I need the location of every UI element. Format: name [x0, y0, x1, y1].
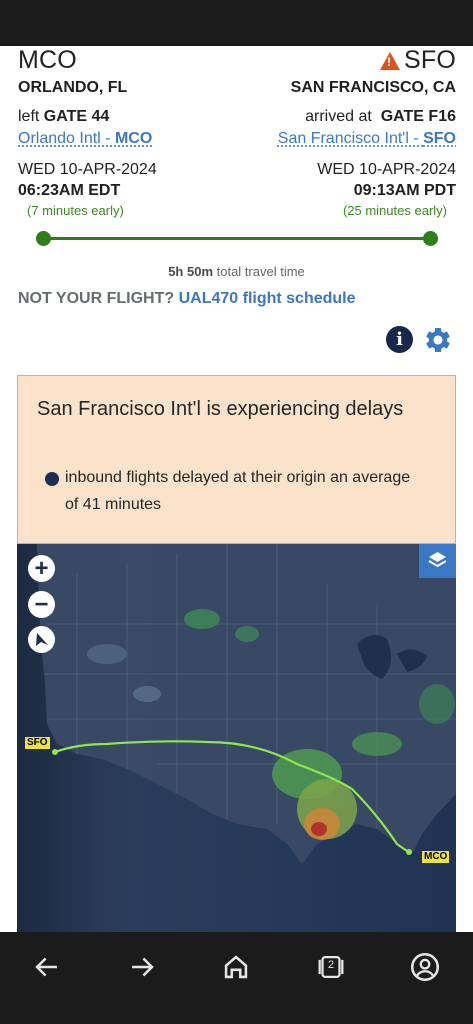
destination-airport-name: San Francisco Int'l -: [277, 130, 424, 147]
account-icon[interactable]: [408, 950, 442, 984]
destination-code: ! SFO: [380, 46, 456, 75]
sfo-map-label: SFO: [25, 737, 50, 749]
destination-city: SAN FRANCISCO, CA: [290, 79, 456, 96]
airport-links-row: Orlando Intl - MCO San Francisco Int'l -…: [18, 130, 456, 148]
progress-line: [43, 237, 431, 240]
airport-codes-row: MCO ! SFO: [18, 46, 456, 75]
tab-count: 2: [327, 959, 335, 971]
origin-gate-prefix: left: [18, 108, 40, 125]
destination-code-text: SFO: [404, 46, 456, 74]
not-your-flight: NOT YOUR FLIGHT? UAL470 flight schedule: [18, 290, 356, 308]
origin-early-note: (7 minutes early): [27, 203, 124, 218]
origin-code: MCO: [18, 46, 77, 74]
mco-map-label: MCO: [422, 851, 450, 863]
zoom-in-button[interactable]: +: [28, 555, 55, 582]
flight-schedule-link[interactable]: UAL470 flight schedule: [179, 290, 356, 307]
alert-bullet-icon: [45, 472, 59, 486]
forward-icon[interactable]: [125, 950, 159, 984]
alert-text: inbound flights delayed at their origin …: [65, 469, 411, 513]
total-travel-time: 5h 50m total travel time: [0, 264, 473, 279]
warning-icon[interactable]: !: [380, 52, 400, 70]
origin-city: ORLANDO, FL: [18, 79, 128, 96]
not-your-flight-prompt: NOT YOUR FLIGHT?: [18, 290, 179, 307]
times-row: 06:23AM EDT 09:13AM PDT: [18, 182, 456, 200]
early-notes-row: (7 minutes early) (25 minutes early): [27, 203, 447, 218]
compass-icon[interactable]: [28, 626, 55, 653]
destination-marker: [52, 749, 58, 755]
status-bar: [0, 0, 473, 46]
flight-map[interactable]: + − SFO MCO: [17, 544, 456, 932]
destination-airport-code: SFO: [423, 130, 456, 147]
origin-gate: left GATE 44: [18, 108, 109, 126]
browser-nav-bar: 2: [0, 932, 473, 1024]
map-canvas: [17, 544, 456, 932]
origin-date: WED 10-APR-2024: [18, 161, 157, 178]
origin-time: 06:23AM EDT: [18, 182, 121, 199]
delay-alert: San Francisco Int'l is experiencing dela…: [17, 375, 456, 544]
origin-airport-link[interactable]: Orlando Intl - MCO: [18, 130, 152, 148]
destination-early-note: (25 minutes early): [342, 203, 447, 218]
flight-detail-page: MCO ! SFO ORLANDO, FL SAN FRANCISCO, CA l…: [0, 46, 473, 932]
tabs-icon[interactable]: 2: [314, 950, 348, 984]
origin-gate-value: GATE 44: [43, 108, 110, 125]
origin-airport-name: Orlando Intl -: [18, 130, 115, 147]
gates-row: left GATE 44 arrived at GATE F16: [18, 108, 456, 126]
home-icon[interactable]: [219, 950, 253, 984]
destination-gate-value: GATE F16: [380, 108, 456, 125]
gear-icon[interactable]: [423, 325, 453, 355]
travel-time-suffix: total travel time: [213, 264, 305, 279]
alert-title: San Francisco Int'l is experiencing dela…: [37, 398, 404, 420]
destination-gate-prefix: arrived at: [305, 108, 372, 125]
progress-destination-dot: [423, 231, 438, 246]
info-icon[interactable]: i: [386, 326, 413, 353]
progress-origin-dot: [36, 231, 51, 246]
destination-time: 09:13AM PDT: [353, 182, 456, 199]
travel-time-value: 5h 50m: [168, 264, 214, 279]
zoom-out-button[interactable]: −: [28, 591, 55, 618]
origin-marker: [406, 849, 412, 855]
back-icon[interactable]: [30, 950, 64, 984]
origin-airport-code: MCO: [114, 130, 153, 147]
destination-date: WED 10-APR-2024: [317, 161, 456, 178]
flight-progress-bar: [36, 231, 438, 246]
destination-airport-link[interactable]: San Francisco Int'l - SFO: [278, 130, 456, 148]
layers-icon[interactable]: [419, 544, 456, 578]
cities-row: ORLANDO, FL SAN FRANCISCO, CA: [18, 79, 456, 97]
dates-row: WED 10-APR-2024 WED 10-APR-2024: [18, 161, 456, 179]
destination-gate: arrived at GATE F16: [305, 108, 456, 126]
